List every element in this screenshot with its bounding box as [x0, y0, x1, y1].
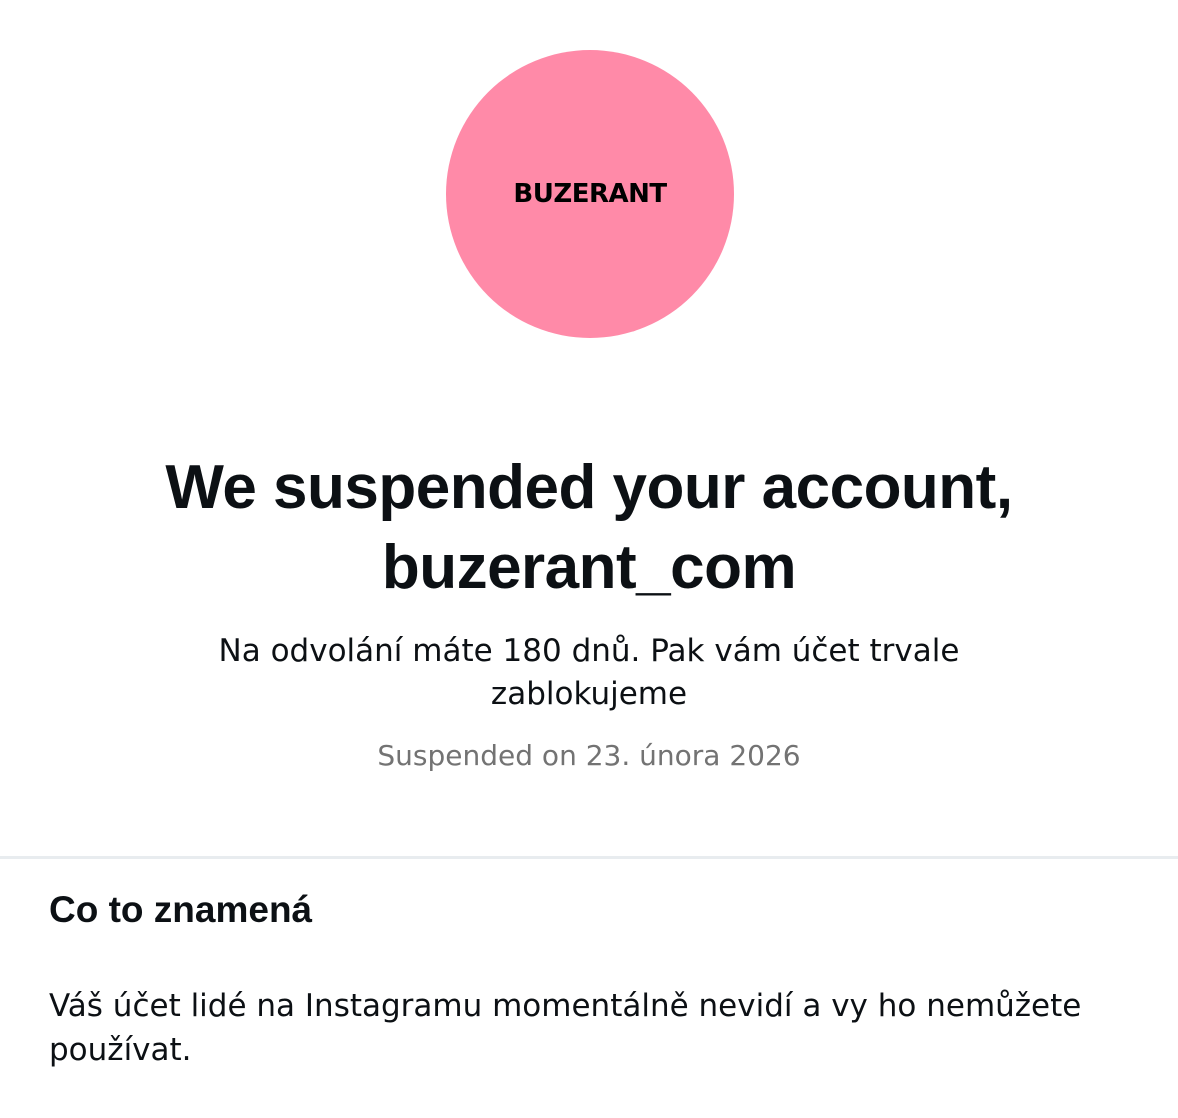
section-divider [0, 856, 1178, 859]
appeal-deadline-text: Na odvolání máte 180 dnů. Pak vám účet t… [218, 633, 960, 712]
section-title-what-it-means: Co to znamená [49, 889, 313, 930]
suspension-date: Suspended on 23. února 2026 [377, 739, 801, 772]
section-body-text: Váš účet lidé na Instagramu momentálně n… [49, 988, 1082, 1068]
profile-avatar: BUZERANT [446, 50, 734, 338]
avatar-logo-text: BUZERANT [513, 179, 667, 209]
suspension-title: We suspended your account, buzerant_com [165, 453, 1013, 602]
